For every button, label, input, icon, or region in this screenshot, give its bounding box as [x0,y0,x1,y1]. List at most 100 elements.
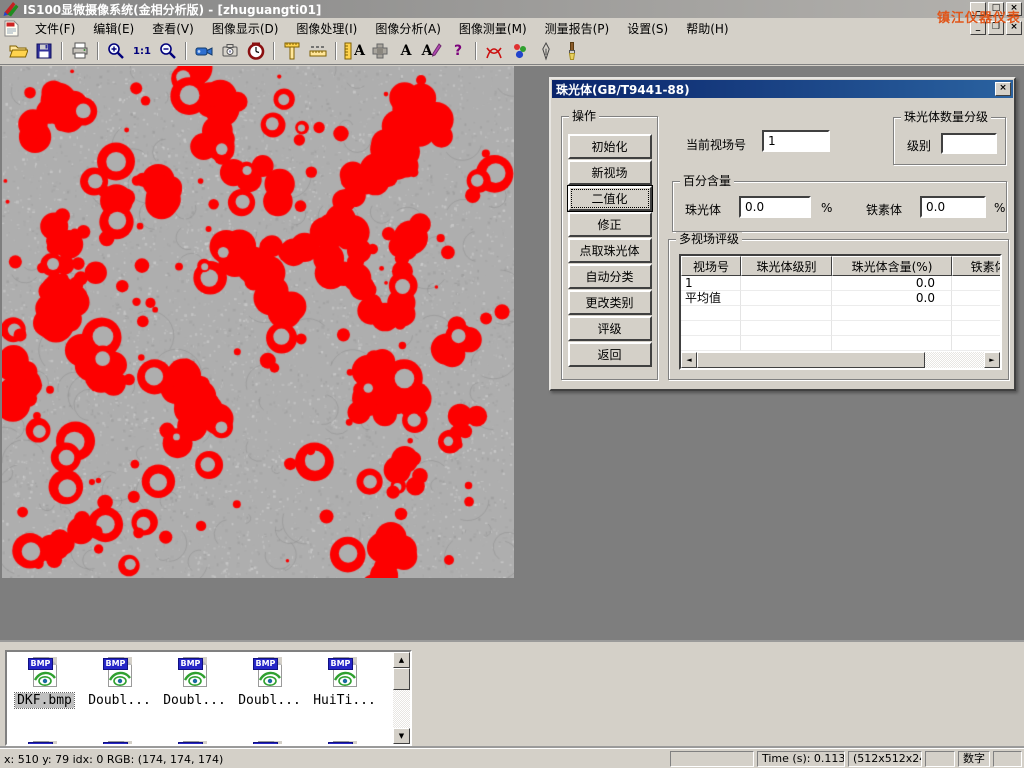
photo-capture-button[interactable] [217,40,243,63]
ruler-button[interactable] [305,40,331,63]
header-pearlite-grade[interactable]: 珠光体级别 [741,256,832,276]
file-list-scrollbar[interactable]: ▲ ▼ [393,652,410,744]
file-row: BMP DKF.bmp BMP Doubl... BMP Doubl... BM… [7,652,392,732]
return-button[interactable]: 返回 [568,342,652,367]
title-bar: IS100显微摄像系统(金相分析版) - [zhuguangti01] _ □ … [0,0,1024,18]
file-name[interactable]: Doubl... [236,693,303,708]
help-button[interactable]: ? [445,40,471,63]
file-item[interactable]: BMP [307,736,382,746]
menu-image-analysis[interactable]: 图像分析(A) [366,18,450,39]
file-item[interactable]: BMP [82,736,157,746]
measure-text-label: A [354,43,365,59]
rate-button[interactable]: 评级 [568,316,652,341]
correct-button[interactable]: 修正 [568,212,652,237]
micro-image[interactable] [2,66,514,578]
file-name[interactable]: Doubl... [86,693,153,708]
file-item[interactable]: BMP [7,736,82,746]
file-item[interactable]: BMP HuiTi... [307,652,382,732]
grid-tool-button[interactable] [367,40,393,63]
change-class-button[interactable]: 更改类别 [568,290,652,315]
file-name[interactable]: HuiTi... [311,693,378,708]
open-file-button[interactable] [5,40,31,63]
file-item[interactable]: BMP Doubl... [157,652,232,732]
bmp-file-icon: BMP [105,657,135,690]
cell-pearlite: 0.0 [832,291,952,306]
grade-input[interactable] [941,133,997,154]
table-horizontal-scrollbar[interactable]: ◄ ► [681,352,1000,368]
binarize-button[interactable]: 二值化 [568,186,652,211]
header-ferrite-content[interactable]: 铁素体含量(%) [952,256,1002,276]
status-size-panel: (512x512x24) [848,751,922,767]
zoom-actual-button[interactable]: 1:1 [129,40,155,63]
video-camera-icon [194,41,214,61]
new-field-button[interactable]: 新视场 [568,160,652,185]
camera-icon [220,41,240,61]
multi-field-table[interactable]: 视场号 珠光体级别 珠光体含量(%) 铁素体含量(%) 1 0.0 平均值 0.… [679,254,1002,370]
file-list[interactable]: BMP DKF.bmp BMP Doubl... BMP Doubl... BM… [5,650,412,746]
file-item[interactable]: BMP [232,736,307,746]
curve-tool-button[interactable] [481,40,507,63]
save-button[interactable] [31,40,57,63]
scroll-right-arrow[interactable]: ► [984,352,1000,368]
brush-icon [562,41,582,61]
video-capture-button[interactable] [191,40,217,63]
text-annotation-button[interactable]: A [393,40,419,63]
scroll-thumb[interactable] [393,668,410,690]
status-blank-panel [925,751,955,767]
file-item[interactable]: BMP DKF.bmp [7,652,82,732]
menu-image-process[interactable]: 图像处理(I) [287,18,366,39]
header-pearlite-content[interactable]: 珠光体含量(%) [832,256,952,276]
document-icon[interactable] [4,20,20,36]
zoom-in-button[interactable] [103,40,129,63]
classify-button[interactable] [507,40,533,63]
measure-text-button[interactable]: A [341,40,367,63]
printer-icon [70,41,90,61]
caliper-button[interactable] [279,40,305,63]
toolbar: 1:1 A A A ? [0,38,1024,65]
auto-classify-button[interactable]: 自动分类 [568,264,652,289]
pick-pearlite-button[interactable]: 点取珠光体 [568,238,652,263]
menu-view[interactable]: 查看(V) [143,18,203,39]
bmp-badge: BMP [253,658,279,670]
zoom-out-button[interactable] [155,40,181,63]
eye-graphic [184,670,206,688]
print-button[interactable] [67,40,93,63]
menu-measure-report[interactable]: 测量报告(P) [536,18,619,39]
file-item[interactable]: BMP Doubl... [232,652,307,732]
scroll-left-arrow[interactable]: ◄ [681,352,697,368]
menu-image-measure[interactable]: 图像测量(M) [450,18,536,39]
dialog-close-button[interactable]: × [995,82,1011,96]
current-field-input[interactable] [762,130,830,152]
operation-group-label: 操作 [569,109,599,123]
brush-tool-button[interactable] [559,40,585,63]
dialog-title-bar[interactable]: 珠光体(GB/T9441-88) × [552,80,1013,98]
file-item[interactable]: BMP Doubl... [82,652,157,732]
pearlite-percent-input[interactable] [739,196,811,218]
scroll-down-arrow[interactable]: ▼ [393,728,410,744]
bmp-badge: BMP [253,742,279,746]
table-row[interactable]: 1 0.0 [681,276,1002,291]
file-name[interactable]: DKF.bmp [15,693,74,708]
menu-settings[interactable]: 设置(S) [618,18,677,39]
file-name[interactable]: Doubl... [161,693,228,708]
file-panel: BMP DKF.bmp BMP Doubl... BMP Doubl... BM… [0,640,1024,748]
menu-help[interactable]: 帮助(H) [677,18,737,39]
status-blank-panel [670,751,754,767]
scroll-up-arrow[interactable]: ▲ [393,652,410,668]
init-button[interactable]: 初始化 [568,134,652,159]
menu-edit[interactable]: 编辑(E) [84,18,143,39]
bmp-file-icon: BMP [180,741,210,746]
ferrite-percent-input[interactable] [920,196,986,218]
table-row[interactable]: 平均值 0.0 [681,291,1002,306]
bmp-badge: BMP [178,658,204,670]
edit-annotation-button[interactable]: A [419,40,445,63]
timer-button[interactable] [243,40,269,63]
scroll-thumb[interactable] [697,352,925,368]
menu-image-display[interactable]: 图像显示(D) [203,18,288,39]
bmp-badge: BMP [328,742,354,746]
header-field-no[interactable]: 视场号 [681,256,741,276]
bmp-badge: BMP [28,658,54,670]
menu-file[interactable]: 文件(F) [26,18,84,39]
file-item[interactable]: BMP [157,736,232,746]
pen-tool-button[interactable] [533,40,559,63]
